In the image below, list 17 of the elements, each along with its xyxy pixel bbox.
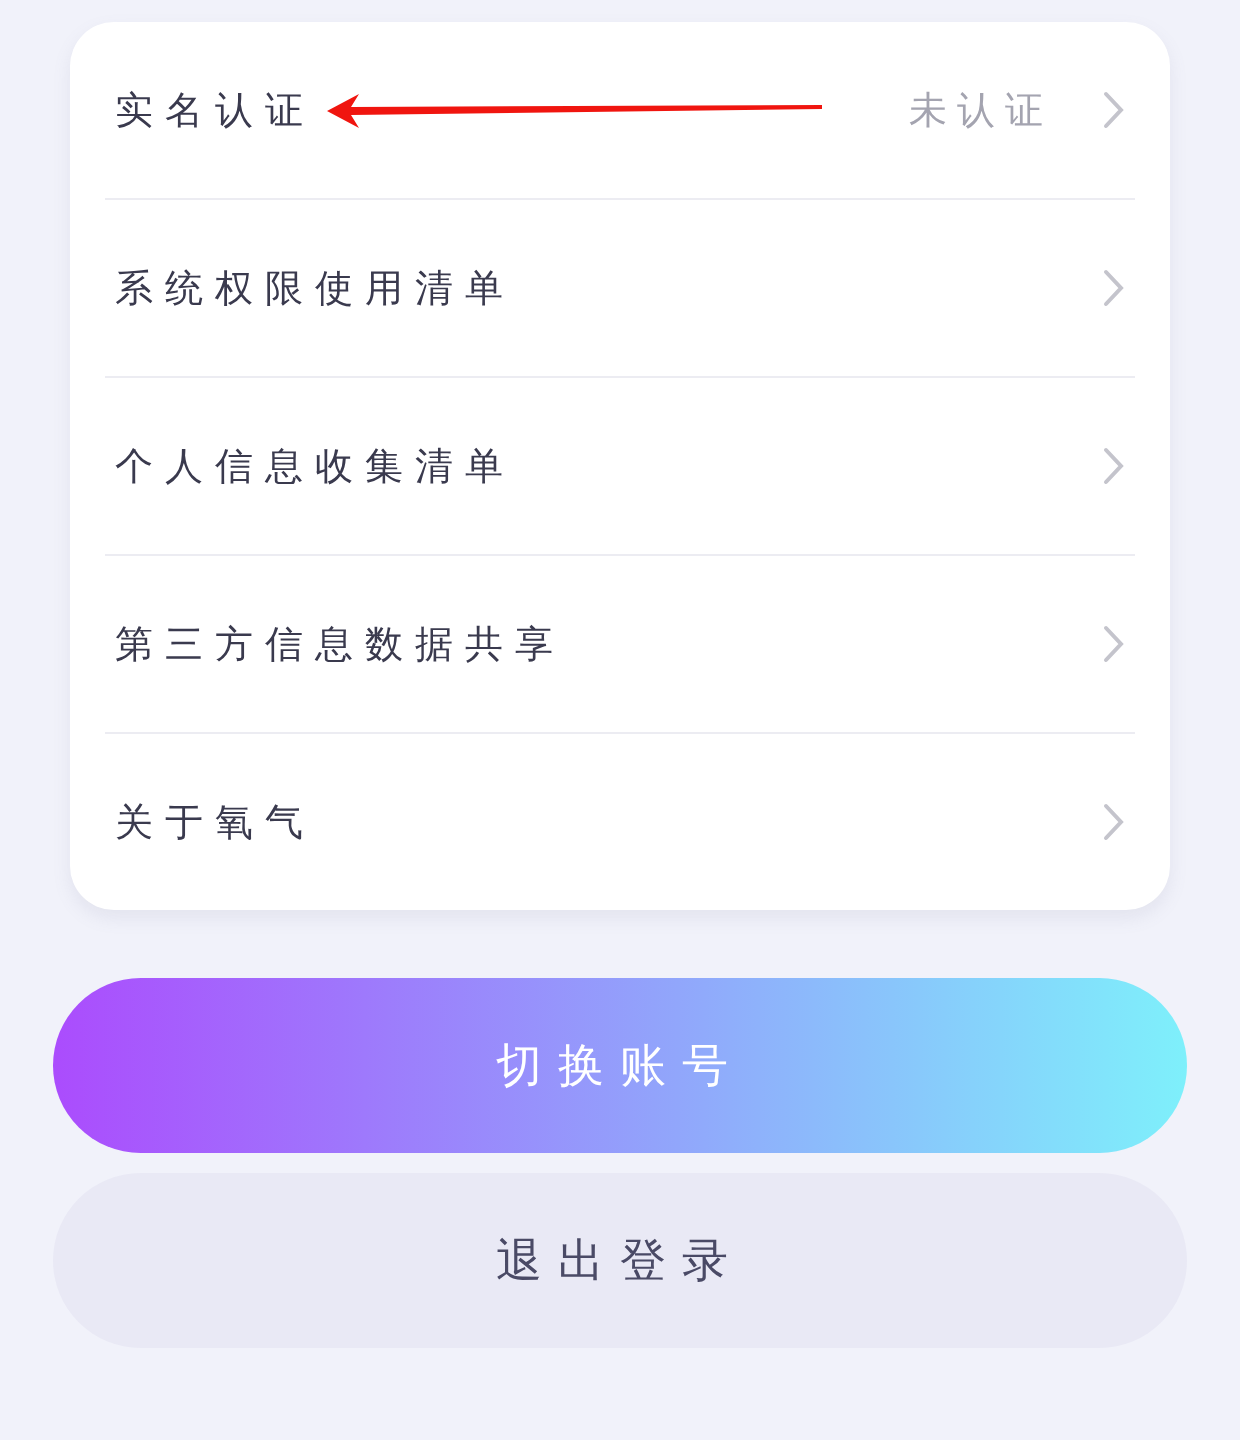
settings-row[interactable]: 关于氧气: [105, 732, 1135, 910]
row-label: 实名认证: [115, 86, 315, 134]
row-label: 关于氧气: [115, 798, 315, 846]
settings-row[interactable]: 实名认证 未认证: [105, 22, 1135, 198]
chevron-icon: [1103, 803, 1125, 841]
chevron-icon: [1103, 91, 1125, 129]
chevron-icon: [1103, 269, 1125, 307]
row-label: 第三方信息数据共享: [115, 620, 565, 668]
settings-row[interactable]: 系统权限使用清单: [105, 198, 1135, 376]
settings-row[interactable]: 第三方信息数据共享: [105, 554, 1135, 732]
chevron-icon: [1103, 625, 1125, 663]
settings-row[interactable]: 个人信息收集清单: [105, 376, 1135, 554]
status-value: 未认证: [909, 86, 1053, 134]
chevron-icon: [1103, 447, 1125, 485]
row-label: 系统权限使用清单: [115, 264, 515, 312]
logout-button[interactable]: 退出登录: [53, 1173, 1187, 1348]
row-label: 个人信息收集清单: [115, 442, 515, 490]
